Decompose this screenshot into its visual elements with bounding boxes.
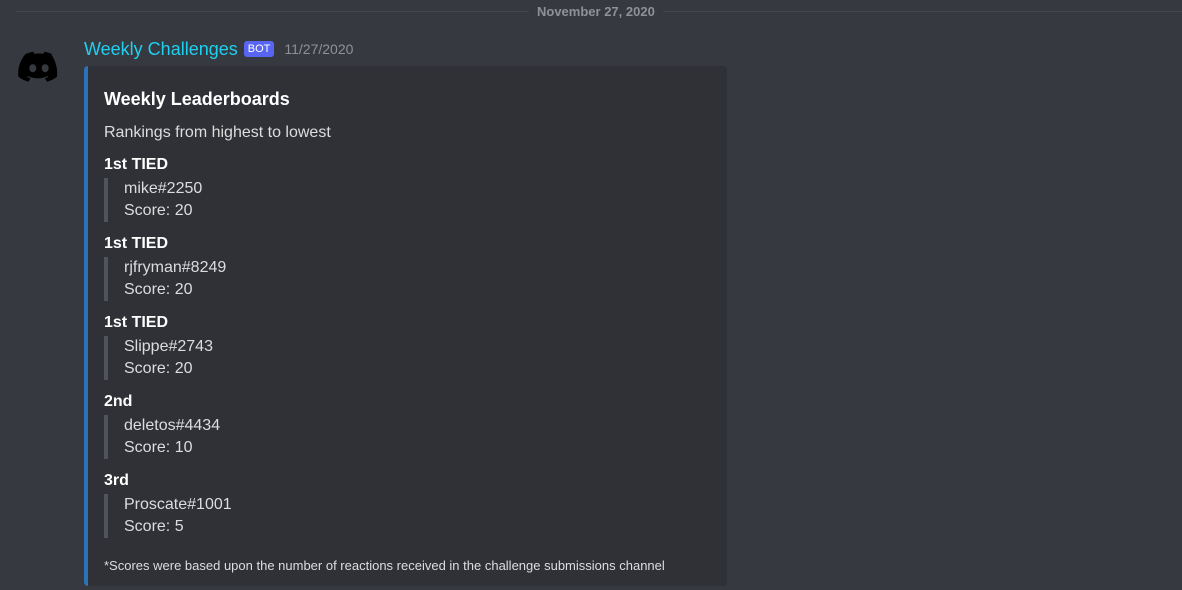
- field-score: Score: 20: [124, 360, 193, 377]
- field-rank: 3rd: [104, 472, 129, 489]
- field-user: Slippe#2743: [124, 338, 213, 355]
- field-value: Slippe#2743 Score: 20: [104, 336, 711, 380]
- leaderboard-field: 1st TIED rjfryman#8249 Score: 20: [104, 234, 711, 301]
- field-rank: 1st TIED: [104, 314, 169, 331]
- message-timestamp[interactable]: 11/27/2020: [284, 38, 353, 60]
- bot-tag: BOT: [243, 41, 275, 57]
- field-score: Score: 20: [124, 202, 193, 219]
- field-rank: 1st TIED: [104, 156, 169, 173]
- author-name[interactable]: Weekly Challenges: [84, 38, 238, 60]
- field-value: Proscate#1001 Score: 5: [104, 494, 711, 538]
- field-value: rjfryman#8249 Score: 20: [104, 257, 711, 301]
- field-score: Score: 5: [124, 518, 184, 535]
- discord-logo-icon: [18, 51, 58, 82]
- leaderboard-field: 3rd Proscate#1001 Score: 5: [104, 471, 711, 538]
- avatar[interactable]: [16, 42, 62, 88]
- field-user: rjfryman#8249: [124, 259, 227, 276]
- field-score: Score: 20: [124, 281, 193, 298]
- message-header: Weekly Challenges BOT 11/27/2020: [84, 38, 353, 60]
- field-rank: 1st TIED: [104, 235, 169, 252]
- field-score: Score: 10: [124, 439, 193, 456]
- embed-description: Rankings from highest to lowest: [104, 124, 331, 141]
- field-user: Proscate#1001: [124, 496, 232, 513]
- leaderboard-field: 1st TIED Slippe#2743 Score: 20: [104, 313, 711, 380]
- embed-title: Weekly Leaderboards: [104, 89, 290, 109]
- field-user: mike#2250: [124, 180, 203, 197]
- field-value: mike#2250 Score: 20: [104, 178, 711, 222]
- field-rank: 2nd: [104, 393, 133, 410]
- date-divider-label: November 27, 2020: [529, 4, 663, 20]
- leaderboard-field: 2nd deletos#4434 Score: 10: [104, 392, 711, 459]
- field-user: deletos#4434: [124, 417, 221, 434]
- leaderboard-embed: Weekly Leaderboards Rankings from highes…: [84, 66, 727, 586]
- embed-footnote: *Scores were based upon the number of re…: [104, 558, 665, 573]
- field-value: deletos#4434 Score: 10: [104, 415, 711, 459]
- leaderboard-field: 1st TIED mike#2250 Score: 20: [104, 155, 711, 222]
